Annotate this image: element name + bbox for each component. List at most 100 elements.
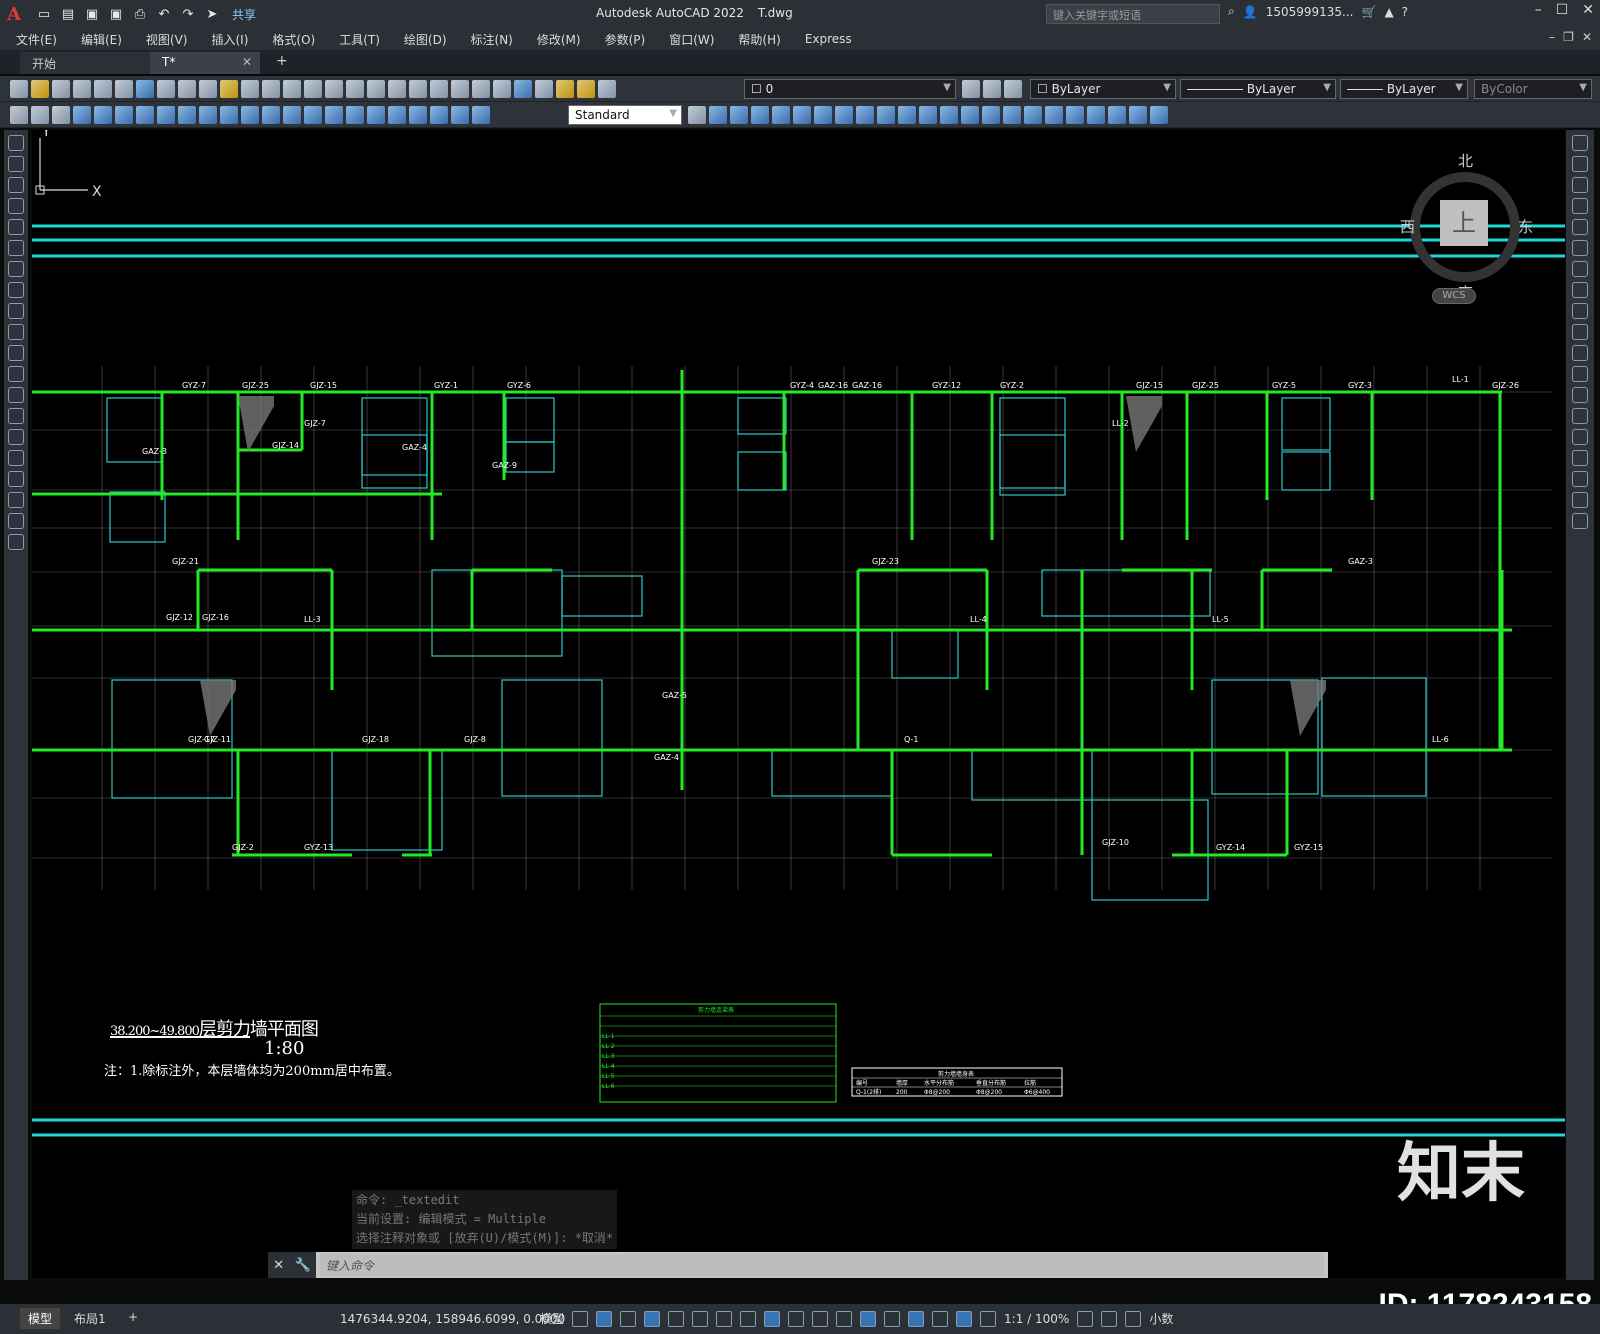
gizmo-icon[interactable] [932,1310,949,1327]
revolve-icon[interactable] [982,106,1000,124]
layer-properties-icon[interactable] [535,80,553,98]
draw-tool-icon-14[interactable] [8,429,24,445]
dimstyle-dropdown[interactable]: Standard ▼ [568,105,682,125]
osnap-icon[interactable] [764,1310,781,1327]
isodraft-icon[interactable] [716,1310,733,1327]
dim-edit-icon[interactable] [430,106,448,124]
dim-space-icon[interactable] [304,106,322,124]
center-mark-icon[interactable] [367,106,385,124]
draw-tool-icon-9[interactable] [8,324,24,340]
draw-tool-icon-3[interactable] [8,198,24,214]
dim-diameter-icon[interactable] [199,106,217,124]
tool-icon-c[interactable] [52,106,70,124]
markup-icon[interactable] [472,80,490,98]
draw-tool-icon-11[interactable] [8,366,24,382]
new-icon[interactable]: ▭ [34,4,54,24]
zoom-previous-icon[interactable] [367,80,385,98]
inspect-icon[interactable] [388,106,406,124]
viewcube[interactable]: 上 北 南 西 东 [1400,150,1540,302]
zoom-realtime-icon[interactable] [325,80,343,98]
viewcube-west[interactable]: 西 [1400,216,1415,237]
dimtext-edit-icon[interactable] [451,106,469,124]
viewcube-top-face[interactable]: 上 [1440,200,1488,246]
modify-tool-icon-13[interactable] [1572,408,1588,424]
draw-tool-icon-16[interactable] [8,471,24,487]
align3d-icon[interactable] [1129,106,1147,124]
modify-tool-icon-12[interactable] [1572,387,1588,403]
minimize-icon[interactable]: – [1535,2,1542,18]
modify-tool-icon-3[interactable] [1572,198,1588,214]
toolpalette-icon[interactable] [430,80,448,98]
units-value[interactable]: 小数 [1149,1310,1173,1327]
menu-item-4[interactable]: 格式(O) [272,31,315,48]
customize-cmd-icon[interactable]: 🔧 [295,1258,311,1273]
menu-item-0[interactable]: 文件(E) [16,31,57,48]
autoscale-icon[interactable] [980,1310,997,1327]
selection-cycling-icon[interactable] [836,1310,853,1327]
extrude-icon[interactable] [919,106,937,124]
sweep-icon[interactable] [961,106,979,124]
pan-icon[interactable] [304,80,322,98]
baseline-icon[interactable] [262,106,280,124]
helix-icon[interactable] [877,106,895,124]
modify-tool-icon-16[interactable] [1572,471,1588,487]
tab-model[interactable]: 模型 [20,1308,61,1329]
draw-tool-icon-19[interactable] [8,534,24,550]
user-icon[interactable]: 👤 [1243,5,1258,19]
selection-filter-icon[interactable] [908,1310,925,1327]
open-icon[interactable] [31,80,49,98]
autodesk-icon[interactable]: ▲ [1384,5,1393,19]
torus-icon[interactable] [814,106,832,124]
3d-osnap-icon[interactable] [860,1310,877,1327]
matchprop-icon[interactable] [220,80,238,98]
infer-icon[interactable] [620,1310,637,1327]
menu-item-6[interactable]: 绘图(D) [404,31,447,48]
cart-icon[interactable]: 🛒 [1361,5,1376,19]
menu-item-3[interactable]: 插入(I) [211,31,248,48]
zoom-window-icon[interactable] [346,80,364,98]
annotation-visibility-icon[interactable] [956,1310,973,1327]
draw-tool-icon-17[interactable] [8,492,24,508]
layer-states-icon[interactable] [1004,80,1022,98]
cut-icon[interactable] [157,80,175,98]
menu-item-1[interactable]: 编辑(E) [81,31,122,48]
draw-tool-icon-1[interactable] [8,156,24,172]
dimstyle-icon[interactable] [688,106,706,124]
draw-tool-icon-12[interactable] [8,387,24,403]
units-icon[interactable] [1125,1310,1142,1327]
modify-tool-icon-0[interactable] [1572,135,1588,151]
modify-tool-icon-1[interactable] [1572,156,1588,172]
viewcube-east[interactable]: 东 [1518,216,1533,237]
redo-icon[interactable] [283,80,301,98]
box-icon[interactable] [709,106,727,124]
draw-tool-icon-10[interactable] [8,345,24,361]
jogged-linear-icon[interactable] [409,106,427,124]
union-icon[interactable] [1024,106,1042,124]
wedge-icon[interactable] [793,106,811,124]
modify-tool-icon-2[interactable] [1572,177,1588,193]
subtract-icon[interactable] [1045,106,1063,124]
3dprint-icon[interactable] [136,80,154,98]
copy-icon[interactable] [178,80,196,98]
dim-update-icon[interactable] [472,106,490,124]
properties-icon[interactable] [388,80,406,98]
dim-radius-icon[interactable] [157,106,175,124]
doc-restore-icon[interactable]: ❐ [1563,30,1574,44]
rotate3d-icon[interactable] [1108,106,1126,124]
save-icon[interactable]: ▣ [82,4,102,24]
command-input[interactable]: 键入命令 [320,1254,1324,1276]
menu-item-11[interactable]: 帮助(H) [738,31,780,48]
draw-tool-icon-7[interactable] [8,282,24,298]
user-name[interactable]: 1505999135... [1266,5,1354,19]
dynamic-input-icon[interactable] [644,1310,661,1327]
share-icon[interactable]: ➤ [202,4,222,24]
dynamic-ucs-icon[interactable] [884,1310,901,1327]
modify-tool-icon-15[interactable] [1572,450,1588,466]
viewcube-north[interactable]: 北 [1458,150,1473,171]
doc-minimize-icon[interactable]: – [1549,30,1555,44]
menu-item-8[interactable]: 修改(M) [537,31,581,48]
grid-icon[interactable] [572,1310,589,1327]
workspace-gear-icon[interactable] [1077,1310,1094,1327]
modify-tool-icon-7[interactable] [1572,282,1588,298]
plot-icon[interactable] [73,80,91,98]
